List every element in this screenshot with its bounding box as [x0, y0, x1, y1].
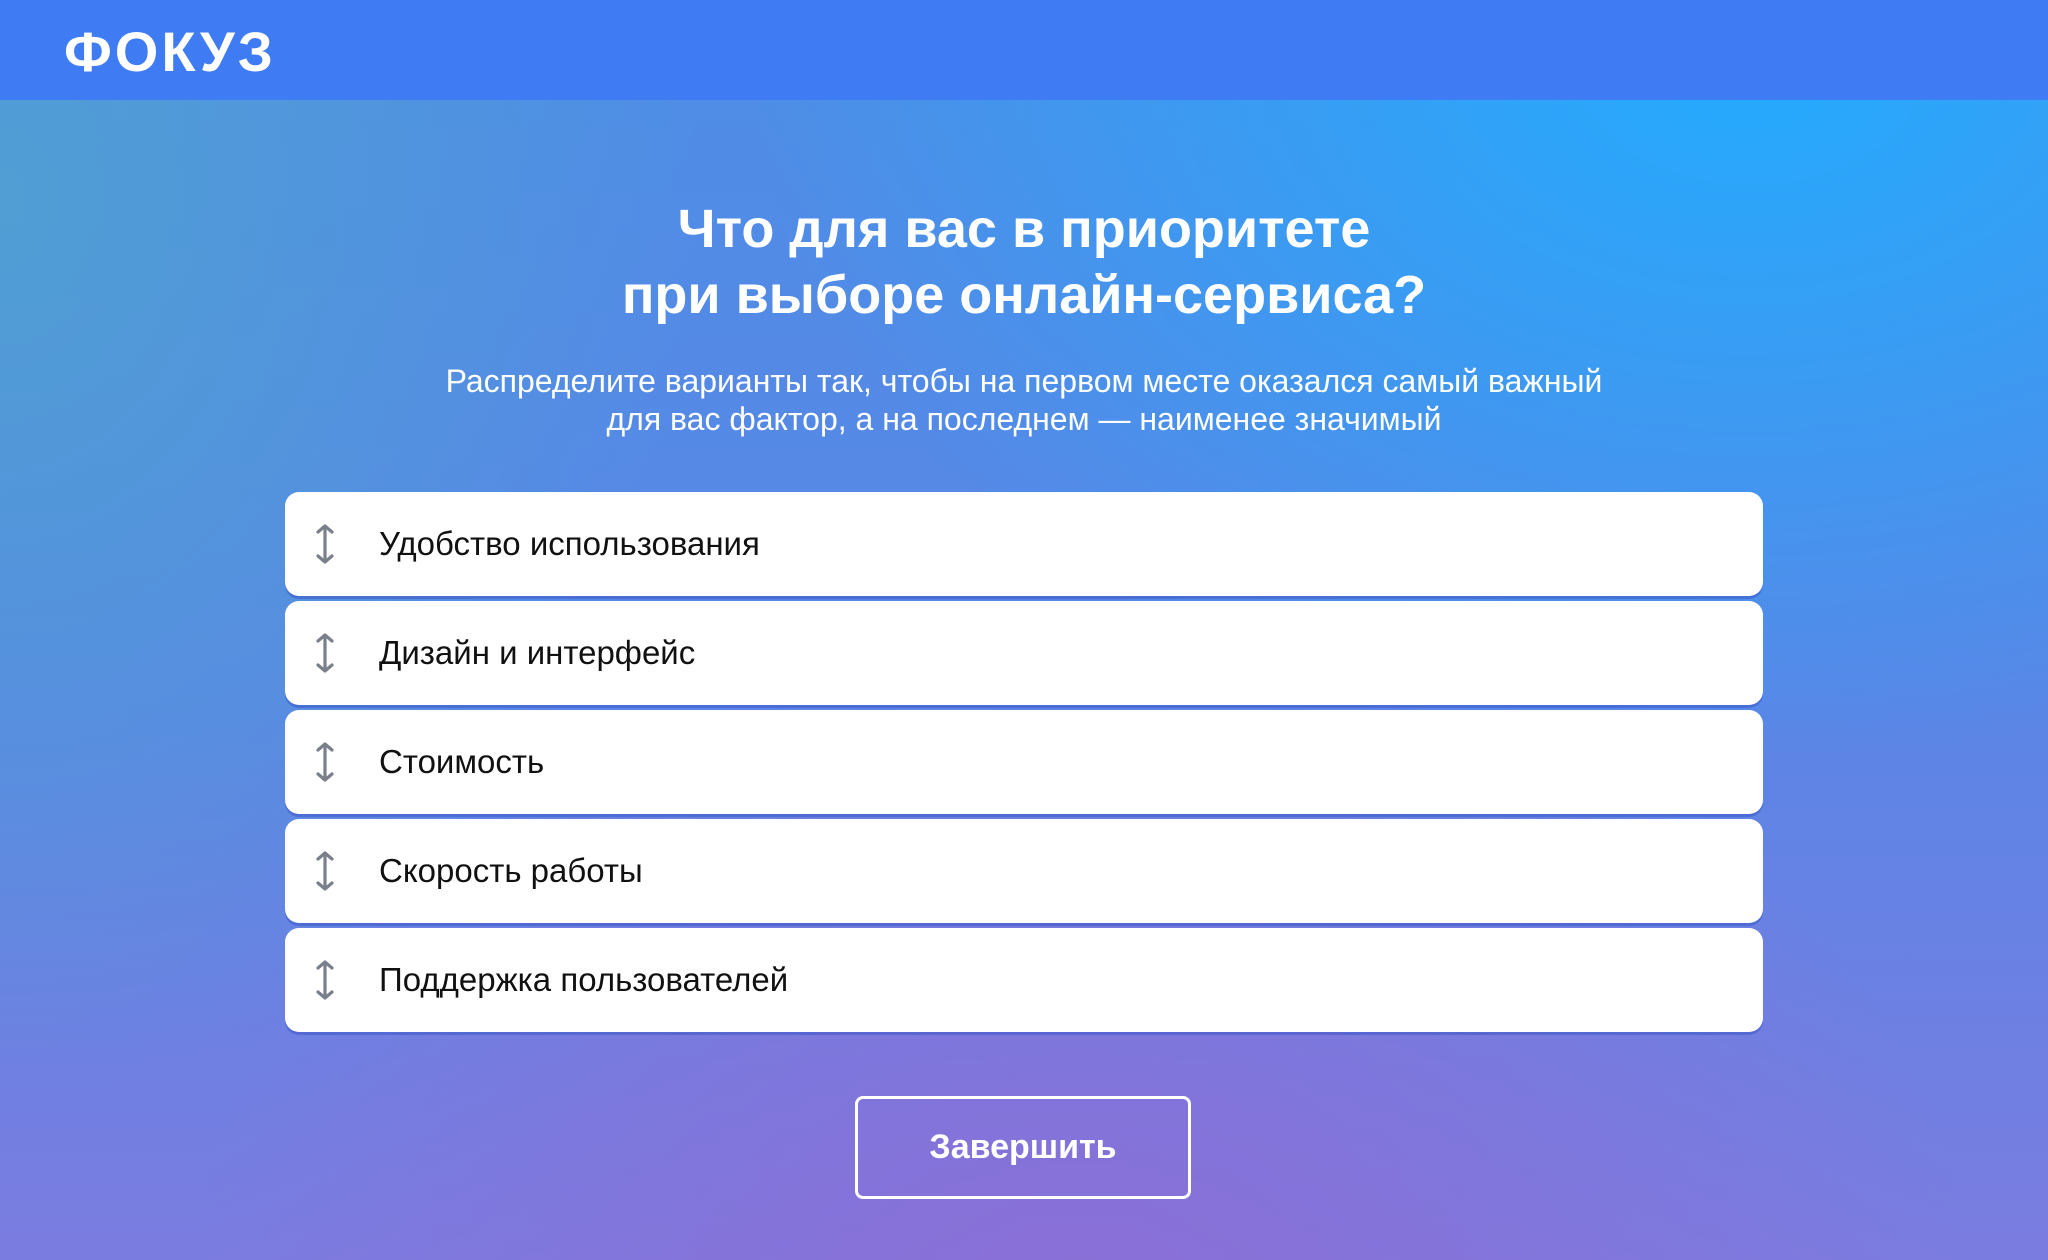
ranking-option-label: Дизайн и интерфейс [379, 634, 696, 671]
ranking-option-4[interactable]: Скорость работы [285, 819, 1763, 923]
question-title-line-2: при выборе онлайн-сервиса? [621, 265, 1427, 325]
finish-button[interactable]: Завершить [855, 1096, 1191, 1199]
ranking-option-label: Скорость работы [379, 852, 643, 889]
ranking-option-label: Удобство использования [379, 525, 760, 562]
ranking-option-label: Стоимость [379, 743, 545, 780]
ranking-option-1[interactable]: Удобство использования [285, 492, 1763, 596]
drag-vertical-icon[interactable] [314, 742, 336, 782]
question-title-line-1: Что для вас в приоритете [677, 199, 1371, 259]
drag-vertical-icon[interactable] [314, 851, 336, 891]
top-header: ФОКУЗ [0, 0, 2048, 100]
instructions-line-2: для вас фактор, а на последнем — наимене… [606, 401, 1442, 437]
ranking-option-3[interactable]: Стоимость [285, 710, 1763, 814]
brand-logo[interactable]: ФОКУЗ [64, 20, 276, 84]
ranking-option-2[interactable]: Дизайн и интерфейс [285, 601, 1763, 705]
drag-vertical-icon[interactable] [314, 960, 336, 1000]
drag-vertical-icon[interactable] [314, 524, 336, 564]
ranking-option-label: Поддержка пользователей [379, 961, 789, 998]
drag-vertical-icon[interactable] [314, 633, 336, 673]
instructions-line-1: Распределите варианты так, чтобы на перв… [445, 363, 1603, 399]
ranking-option-5[interactable]: Поддержка пользователей [285, 928, 1763, 1032]
ranking-options-list: Удобство использования Дизайн и интерфей… [285, 492, 1763, 1037]
